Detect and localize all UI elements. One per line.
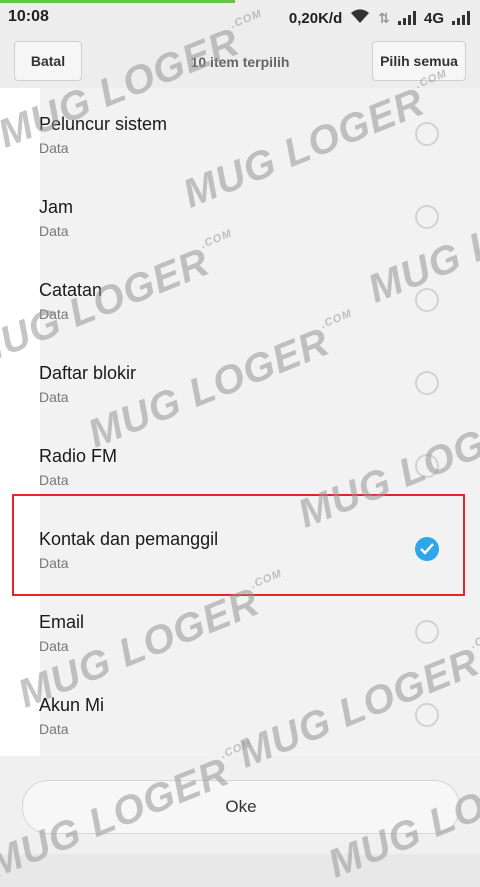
status-indicators: 0,20K/d ⇅ 4G — [289, 8, 470, 28]
wifi-icon — [350, 8, 370, 28]
signal-sim1-icon — [397, 11, 416, 25]
item-title: Daftar blokir — [39, 363, 137, 383]
item-title: Jam — [39, 197, 74, 217]
item-subtitle: Data — [39, 389, 69, 405]
load-progress-bar — [0, 0, 235, 3]
item-checkbox-checked[interactable] — [415, 537, 439, 561]
data-transfer-icon: ⇅ — [378, 9, 390, 26]
item-title: Email — [39, 612, 85, 632]
item-subtitle: Data — [39, 223, 69, 239]
item-title: Kontak dan pemanggil — [39, 529, 219, 549]
item-subtitle: Data — [39, 638, 69, 654]
network-type: 4G — [423, 9, 444, 27]
list-item[interactable]: Kontak dan pemanggil Data — [0, 503, 480, 586]
item-checkbox[interactable] — [415, 205, 439, 229]
item-subtitle: Data — [39, 555, 69, 571]
item-checkbox[interactable] — [415, 620, 439, 644]
item-subtitle: Data — [39, 721, 69, 737]
item-subtitle: Data — [39, 472, 69, 488]
select-all-button[interactable]: Pilih semua — [372, 41, 466, 81]
checkmark-icon — [420, 543, 434, 555]
item-checkbox[interactable] — [415, 371, 439, 395]
network-speed: 0,20K/d — [288, 9, 343, 27]
status-time: 10:08 — [8, 8, 49, 25]
signal-sim2-icon — [452, 11, 470, 25]
